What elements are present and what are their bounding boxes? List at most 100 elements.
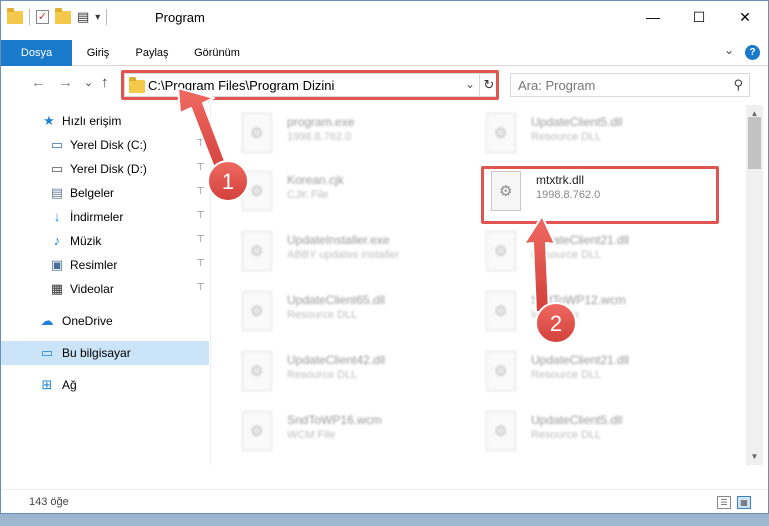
computer-icon: ▭	[40, 345, 54, 360]
exe-file-icon	[239, 113, 275, 157]
address-bar-highlight	[121, 70, 499, 100]
dll-file-icon	[483, 411, 519, 455]
sidebar-item-label: Yerel Disk (D:)	[70, 162, 147, 176]
pin-icon: ⊤	[196, 162, 205, 173]
help-icon[interactable]: ?	[745, 45, 760, 60]
dll-file-icon	[239, 351, 275, 395]
music-icon: ♪	[53, 233, 61, 248]
scrollbar-thumb[interactable]	[748, 117, 761, 169]
file-item[interactable]: UpdateClient65.dll Resource DLL	[239, 287, 479, 343]
sidebar-item-label: Bu bilgisayar	[62, 346, 131, 360]
properties-check-icon[interactable]: ✓	[36, 10, 49, 24]
file-item[interactable]: SndToWP12.wcm WCM File	[483, 287, 723, 343]
search-input[interactable]: Ara: Program	[518, 78, 595, 93]
scroll-down-arrow-icon[interactable]: ▼	[746, 448, 763, 465]
sidebar-item-label: Müzik	[70, 234, 102, 248]
file-name: SndToWP12.wcm	[531, 293, 626, 307]
file-version: 1998.8.762.0	[287, 131, 352, 143]
sidebar-item-music[interactable]: ♪ Müzik ⊤	[1, 229, 209, 253]
sidebar-item-label: Belgeler	[70, 186, 115, 200]
file-icon	[239, 171, 275, 215]
sidebar-item-label: Ağ	[62, 378, 77, 392]
maximize-button[interactable]: ☐	[676, 1, 722, 33]
sidebar-item-quick-access[interactable]: ★ Hızlı erişim	[1, 109, 209, 133]
drive-icon: ▭	[50, 137, 64, 152]
videos-icon: ▦	[50, 281, 64, 296]
tiles-view-icon[interactable]: ▦	[737, 496, 751, 509]
pin-icon: ⊤	[196, 210, 205, 221]
recent-locations-icon[interactable]: ⌄	[84, 76, 93, 89]
pin-icon: ⊤	[196, 258, 205, 269]
file-name: UpdateClient5.dll	[531, 115, 623, 129]
file-icon	[483, 291, 519, 335]
dll-file-icon	[239, 291, 275, 335]
ribbon-tabs: Dosya Giriş Paylaş Görünüm ⌄ ?	[1, 40, 768, 96]
quick-access-toolbar: ✓ ▤ ▾	[7, 7, 108, 25]
download-icon: ↓	[53, 209, 61, 224]
vertical-scrollbar[interactable]: ▲ ▼	[746, 105, 763, 465]
file-item[interactable]: UpdateClient5.dll Resource DLL	[483, 407, 723, 463]
tab-view[interactable]: Görünüm	[187, 40, 247, 66]
file-type: Resource DLL	[287, 309, 358, 321]
pictures-icon: ▣	[50, 257, 64, 272]
file-type: Resource DLL	[531, 369, 602, 381]
navigation-pane: ★ Hızlı erişim ▭ Yerel Disk (C:) ⊤ ▭ Yer…	[1, 105, 211, 465]
sidebar-item-local-disk-d[interactable]: ▭ Yerel Disk (D:) ⊤	[1, 157, 209, 181]
minimize-button[interactable]: —	[630, 1, 676, 33]
item-count: 143 öğe	[29, 496, 69, 508]
sidebar-item-pictures[interactable]: ▣ Resimler ⊤	[1, 253, 209, 277]
sidebar-item-label: Hızlı erişim	[62, 114, 122, 128]
file-item[interactable]: program.exe 1998.8.762.0	[239, 109, 479, 165]
file-name: UpdateClient21.dll	[531, 233, 630, 247]
new-folder-icon[interactable]	[55, 7, 71, 24]
details-view-icon[interactable]: ☰	[717, 496, 731, 509]
file-item[interactable]: SndToWP16.wcm WCM File	[239, 407, 479, 463]
sidebar-item-downloads[interactable]: ↓ İndirmeler ⊤	[1, 205, 209, 229]
drive-icon: ▭	[50, 161, 64, 176]
file-type: CJK File	[287, 189, 329, 201]
file-type: Resource DLL	[531, 131, 602, 143]
file-type: Resource DLL	[531, 429, 602, 441]
close-button[interactable]: ✕	[722, 1, 768, 33]
file-item[interactable]: UpdateClient42.dll Resource DLL	[239, 347, 479, 403]
file-type: Resource DLL	[531, 249, 602, 261]
file-name: UpdateClient42.dll	[287, 353, 386, 367]
file-item[interactable]: UpdateClient5.dll Resource DLL	[483, 109, 723, 165]
customize-dropdown-icon[interactable]: ▾	[95, 12, 100, 23]
sidebar-item-label: Resimler	[70, 258, 118, 272]
sidebar-item-onedrive[interactable]: ☁ OneDrive	[1, 309, 209, 333]
star-icon: ★	[43, 113, 55, 128]
sidebar-item-network[interactable]: ⊞ Ağ	[1, 373, 209, 397]
sidebar-item-videos[interactable]: ▦ Videolar ⊤	[1, 277, 209, 301]
file-type: WCM File	[287, 429, 336, 441]
sidebar-item-documents[interactable]: ▤ Belgeler ⊤	[1, 181, 209, 205]
dll-file-icon	[483, 113, 519, 157]
search-box[interactable]: Ara: Program ⚲	[510, 73, 750, 97]
title-bar: ✓ ▤ ▾ Program — ☐ ✕	[1, 1, 768, 35]
tab-home[interactable]: Giriş	[79, 40, 117, 66]
file-item[interactable]: UpdateClient21.dll Resource DLL	[483, 227, 723, 283]
tab-share[interactable]: Paylaş	[128, 40, 176, 66]
installer-file-icon	[239, 231, 275, 275]
sidebar-item-local-disk-c[interactable]: ▭ Yerel Disk (C:) ⊤	[1, 133, 209, 157]
file-name: Korean.cjk	[287, 173, 344, 187]
file-name: program.exe	[287, 115, 355, 129]
sidebar-item-this-pc[interactable]: ▭ Bu bilgisayar	[1, 341, 209, 365]
status-bar: 143 öğe ☰ ▦	[1, 489, 768, 513]
file-item[interactable]: UpdateInstaller.exe ABBY updates install…	[239, 227, 479, 283]
file-item[interactable]: Korean.cjk CJK File	[239, 167, 479, 223]
window-title: Program	[155, 10, 205, 25]
separator	[106, 9, 108, 25]
customize-view-icon[interactable]: ▤	[77, 9, 89, 25]
search-icon[interactable]: ⚲	[733, 77, 743, 93]
file-item[interactable]: UpdateClient21.dll Resource DLL	[483, 347, 723, 403]
up-button[interactable]: ↑	[101, 74, 109, 91]
file-icon	[239, 411, 275, 455]
pin-icon: ⊤	[196, 234, 205, 245]
expand-ribbon-icon[interactable]: ⌄	[724, 43, 734, 57]
forward-button[interactable]: →	[58, 74, 73, 91]
file-name: UpdateClient5.dll	[531, 413, 623, 427]
back-button[interactable]: ←	[31, 74, 46, 91]
file-name: UpdateInstaller.exe	[287, 233, 390, 247]
file-name: SndToWP16.wcm	[287, 413, 382, 427]
